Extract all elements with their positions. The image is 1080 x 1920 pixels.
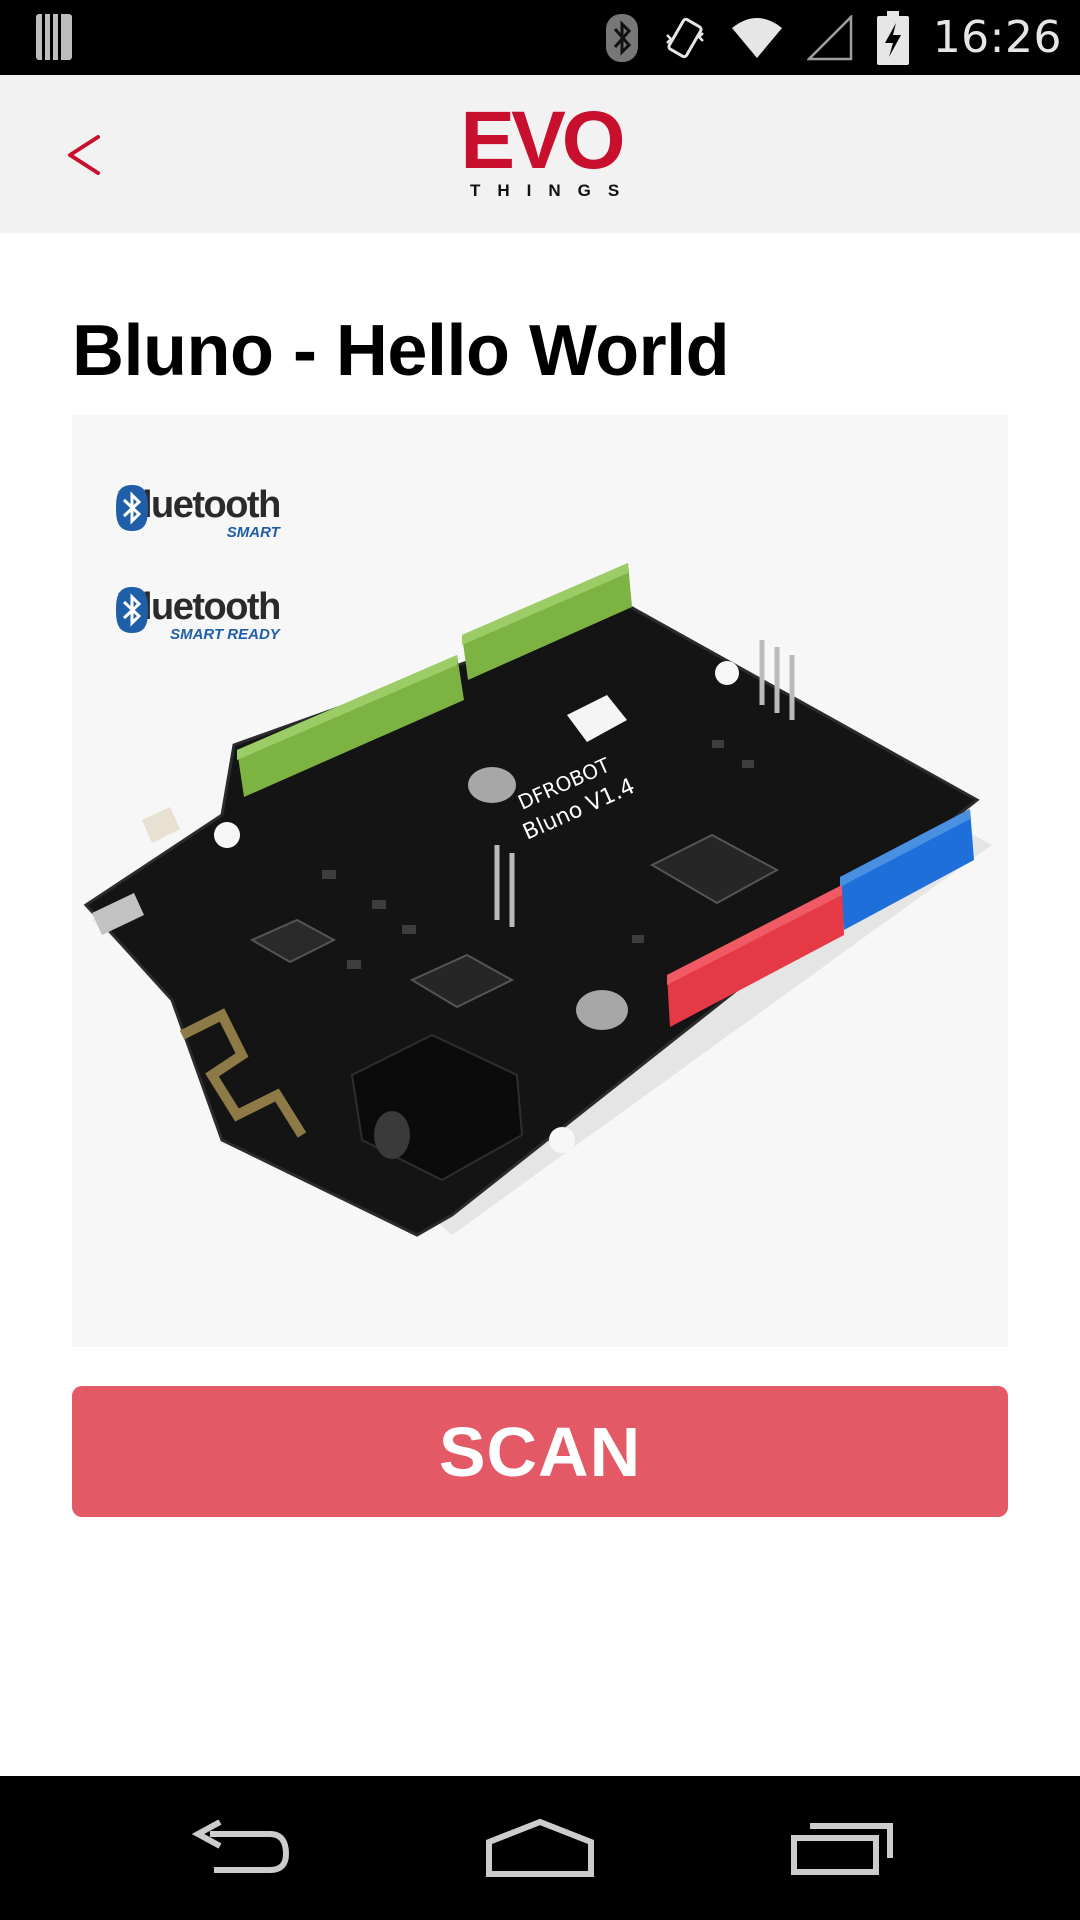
battery-charging-icon bbox=[876, 10, 909, 65]
notification-icon bbox=[36, 14, 72, 60]
logo-main-text: EVO bbox=[460, 95, 625, 186]
status-bar: 16:26 bbox=[0, 0, 1080, 75]
bluetooth-icon bbox=[605, 13, 638, 62]
clock: 16:26 bbox=[932, 12, 1062, 63]
back-nav-icon bbox=[191, 1820, 290, 1873]
evothings-logo: EVO THINGS bbox=[456, 95, 637, 205]
nav-recents-button[interactable] bbox=[782, 1806, 902, 1890]
home-nav-icon bbox=[486, 1818, 594, 1877]
chevron-left-icon[interactable] bbox=[58, 125, 118, 185]
logo-sub-text: THINGS bbox=[470, 181, 637, 200]
page-title: Bluno - Hello World bbox=[72, 311, 730, 391]
vibrate-icon bbox=[665, 17, 704, 58]
circuit-board-illustration: DFROBOT Bluno V1.4 bbox=[83, 563, 992, 1237]
bluno-board-image: Bluetooth SMART Bluetooth SMART READY DF… bbox=[72, 415, 1008, 1347]
signal-icon bbox=[806, 14, 852, 60]
app-header: EVO THINGS bbox=[0, 75, 1080, 233]
system-nav-bar bbox=[0, 1776, 1080, 1920]
nav-home-button[interactable] bbox=[480, 1806, 600, 1890]
scan-button[interactable]: SCAN bbox=[72, 1386, 1008, 1517]
wifi-icon bbox=[731, 17, 782, 58]
recents-nav-icon bbox=[791, 1823, 893, 1875]
nav-back-button[interactable] bbox=[180, 1806, 300, 1890]
